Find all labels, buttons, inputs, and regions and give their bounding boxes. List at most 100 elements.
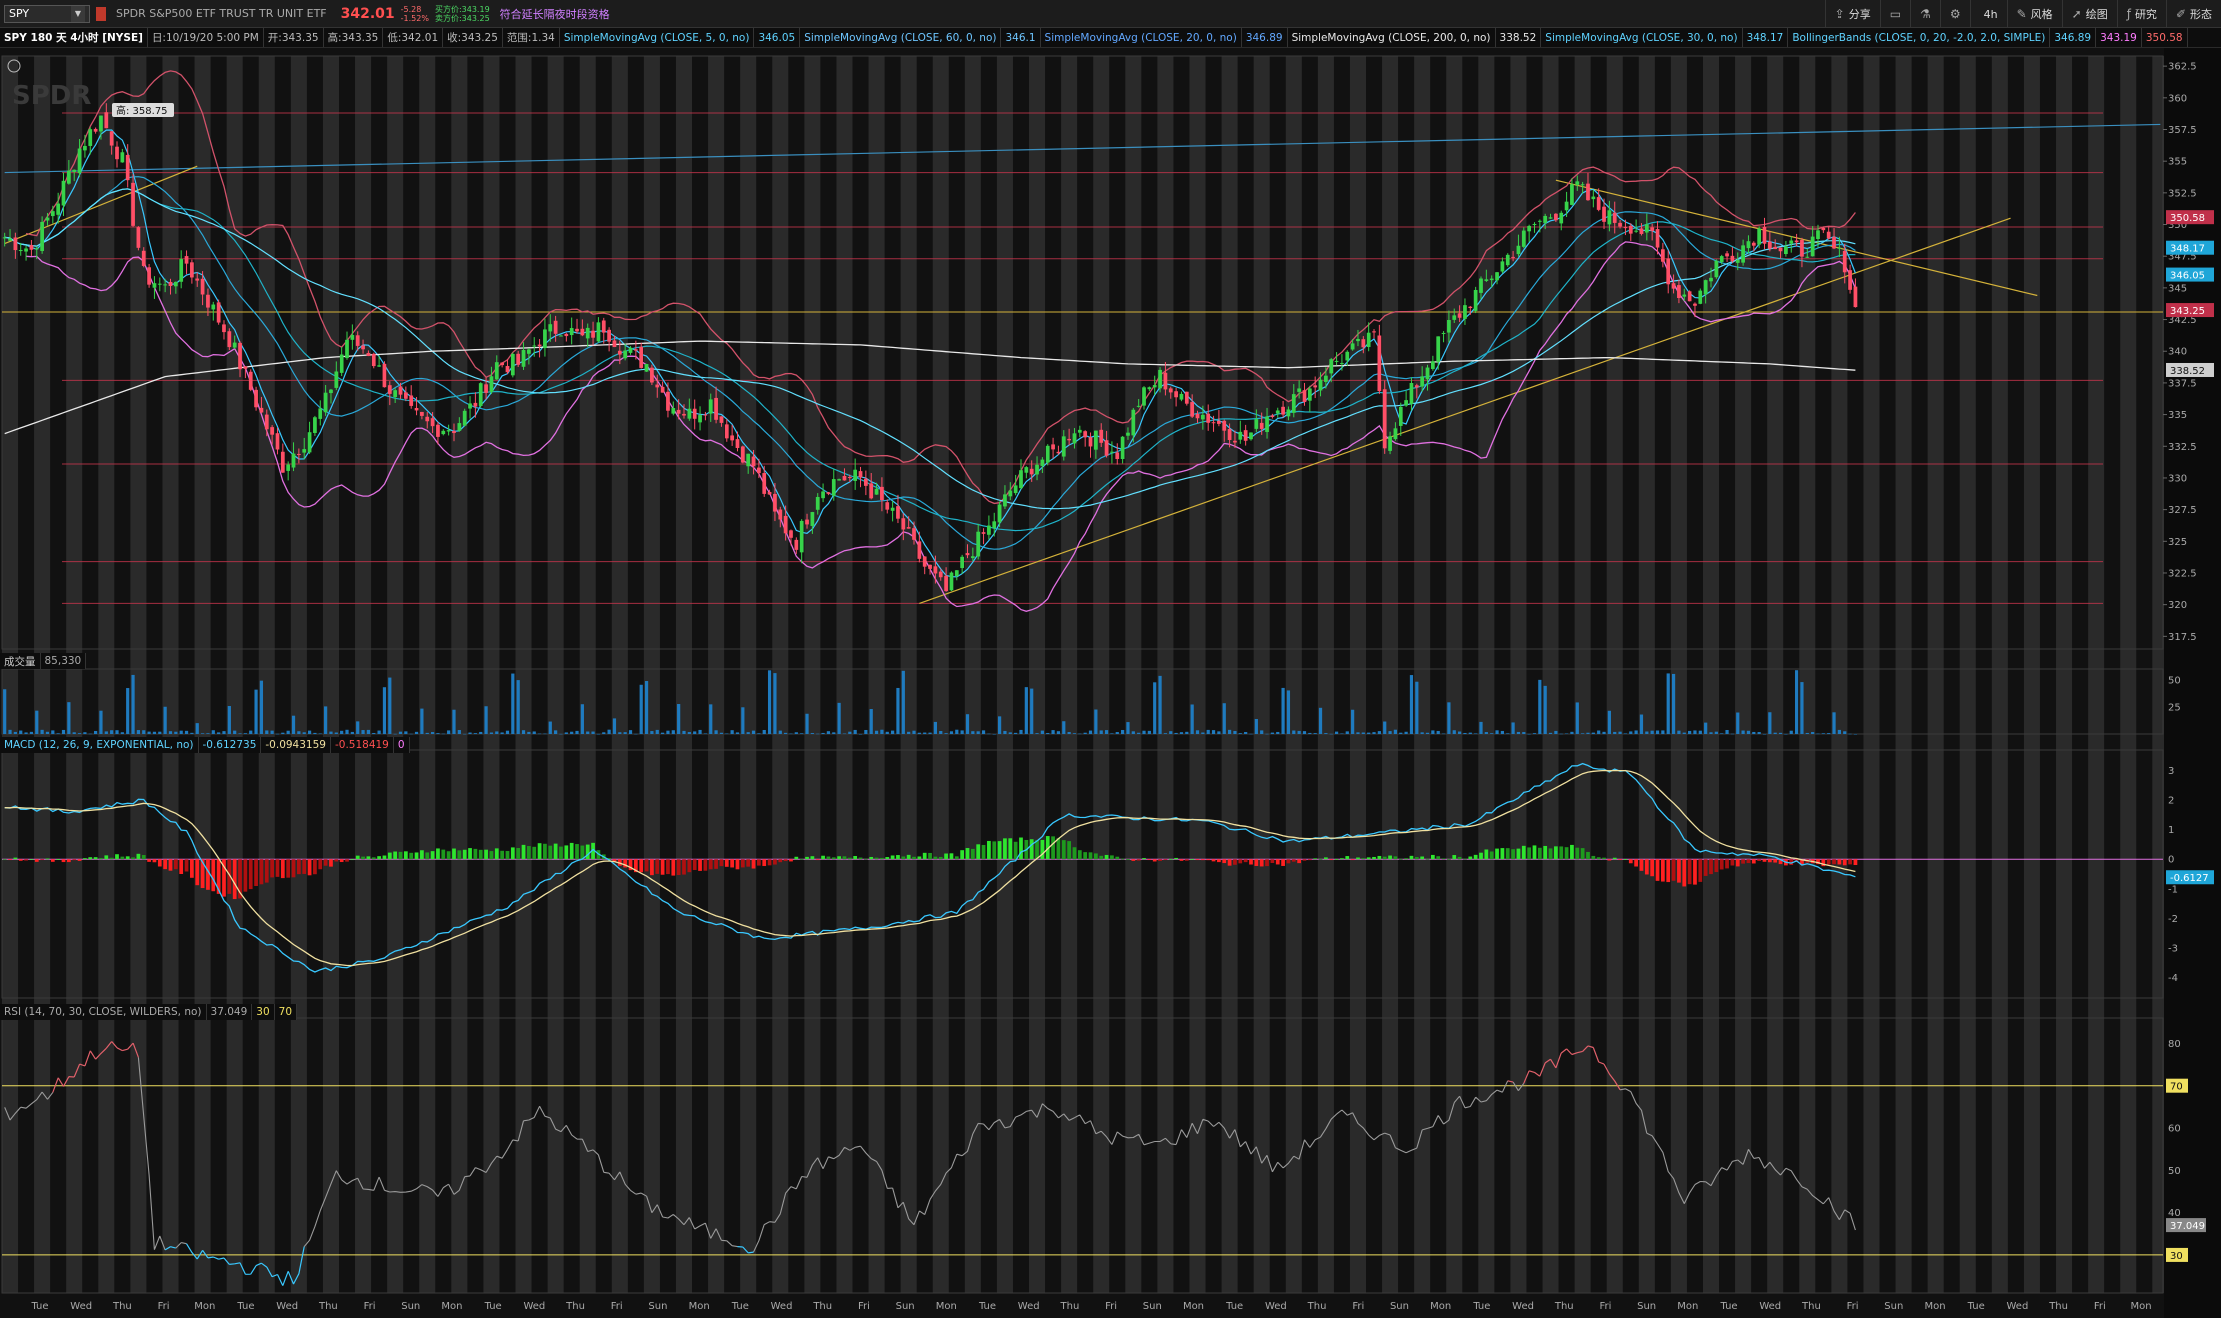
- toolbar-button-share[interactable]: ⇪ 分享: [1824, 0, 1880, 27]
- macd-hist-negative: [1206, 859, 1211, 861]
- macd-hist-negative: [815, 859, 820, 861]
- candle-down: [1372, 331, 1376, 333]
- toolbar-button-pattern[interactable]: ✐ 形态: [2165, 0, 2221, 27]
- toolbar-button-study[interactable]: ƒ 研究: [2116, 0, 2166, 27]
- toolbar-button-clock[interactable]: 4h: [1969, 0, 2007, 27]
- macd-hist-negative: [1628, 859, 1633, 864]
- candle-up: [72, 169, 77, 172]
- macd-hist-positive: [960, 850, 965, 860]
- candle-down: [1270, 415, 1275, 418]
- toolbar-button-gear[interactable]: ⚙: [1939, 0, 1970, 27]
- candle-down: [1677, 285, 1681, 299]
- candle-down: [125, 154, 130, 181]
- macd-hist-positive: [484, 849, 488, 860]
- symbol-input[interactable]: SPY ▼: [4, 4, 90, 23]
- volume-bar: [147, 731, 151, 734]
- candle-down: [1655, 229, 1660, 248]
- volume-bar: [414, 731, 419, 734]
- candle-down: [141, 250, 146, 266]
- rsi-label[interactable]: RSI (14, 70, 30, CLOSE, WILDERS, no) 37.…: [0, 1004, 298, 1020]
- session-band: [2120, 56, 2137, 1293]
- study-sma5[interactable]: SimpleMovingAvg (CLOSE, 5, 0, no): [560, 28, 755, 47]
- chevron-down-icon[interactable]: ▼: [71, 5, 85, 22]
- macd-hist-positive: [510, 847, 515, 860]
- macd-hist-negative: [147, 859, 151, 862]
- volume-label[interactable]: 成交量 85,330: [0, 653, 87, 669]
- time-tick-label: Thu: [812, 1301, 832, 1312]
- volume-bar: [623, 732, 627, 734]
- symbol-description: SPDR S&P500 ETF TRUST TR UNIT ETF: [116, 7, 327, 20]
- volume-bar: [131, 674, 135, 734]
- volume-bar: [163, 706, 167, 734]
- macd-hist-positive: [1061, 840, 1066, 860]
- volume-bar: [1324, 733, 1328, 734]
- macd-hist-positive: [1511, 849, 1515, 860]
- macd-hist-positive: [494, 848, 499, 860]
- candle-down: [382, 363, 387, 388]
- time-tick-label: Wed: [70, 1301, 92, 1312]
- volume-bar: [832, 732, 836, 734]
- macd-hist-positive: [1356, 857, 1360, 860]
- study-sma200[interactable]: SimpleMovingAvg (CLOSE, 200, 0, no): [1288, 28, 1496, 47]
- macd-hist-negative: [1281, 859, 1285, 866]
- toolbar-button-flask[interactable]: ⚗: [1910, 0, 1940, 27]
- session-band: [740, 56, 757, 1293]
- price-tick-label: 332.5: [2168, 442, 2197, 453]
- candle-down: [473, 402, 478, 407]
- candle-down: [425, 416, 430, 422]
- macd-hist-positive: [115, 854, 119, 860]
- study-bollinger[interactable]: BollingerBands (CLOSE, 0, 20, -2.0, 2.0,…: [1788, 28, 2051, 47]
- macd-hist-negative: [190, 859, 194, 878]
- time-tick-label: Thu: [1307, 1301, 1327, 1312]
- macd-hist-negative: [1259, 859, 1264, 867]
- price-chart[interactable]: 317.5320322.5325327.5330332.5335337.5340…: [0, 48, 2221, 1318]
- macd-hist-positive: [1361, 858, 1366, 860]
- toolbar-button-page[interactable]: ▭: [1879, 0, 1910, 27]
- volume-bar: [425, 732, 429, 734]
- macd-hist-negative: [286, 859, 291, 878]
- candle-down: [1821, 227, 1826, 231]
- rsi-badge-label: 37.049: [2170, 1221, 2205, 1232]
- candle-down: [740, 446, 745, 463]
- time-tick-label: Tue: [1719, 1301, 1737, 1312]
- study-sma60[interactable]: SimpleMovingAvg (CLOSE, 60, 0, no): [800, 28, 1002, 47]
- macd-hist-negative: [1709, 859, 1713, 875]
- macd-hist-negative: [264, 859, 269, 883]
- volume-bar: [270, 730, 274, 734]
- toolbar-button-cursor[interactable]: ➚ 绘图: [2061, 0, 2117, 27]
- volume-bar: [800, 733, 804, 734]
- candle-down: [735, 439, 740, 448]
- candle-up: [1425, 367, 1430, 380]
- macd-hist-negative: [1644, 859, 1649, 875]
- candle-down: [917, 541, 922, 559]
- chart-title[interactable]: SPY 180 天 4小时 [NYSE]: [0, 28, 148, 47]
- candle-up: [179, 259, 184, 282]
- volume-bar: [992, 733, 996, 735]
- volume-bar: [1522, 732, 1526, 734]
- candle-up: [211, 304, 216, 310]
- volume-bar: [1361, 732, 1365, 734]
- study-sma20[interactable]: SimpleMovingAvg (CLOSE, 20, 0, no): [1041, 28, 1242, 47]
- volume-bar: [1190, 704, 1194, 734]
- macd-hist-positive: [1340, 858, 1344, 860]
- candle-up: [698, 415, 702, 423]
- macd-hist-negative: [1286, 859, 1291, 864]
- macd-label[interactable]: MACD (12, 26, 9, EXPONENTIAL, no) -0.612…: [0, 737, 410, 753]
- study-sma30[interactable]: SimpleMovingAvg (CLOSE, 30, 0, no): [1541, 28, 1743, 47]
- macd-hist-positive: [430, 851, 435, 860]
- candle-down: [1671, 283, 1676, 289]
- candle-up: [313, 417, 317, 433]
- candle-down: [259, 407, 264, 413]
- volume-bar: [1185, 731, 1189, 734]
- macd-hist-negative: [254, 859, 258, 886]
- candle-down: [730, 435, 735, 441]
- candle-down: [639, 346, 644, 368]
- time-tick-label: Sun: [1637, 1301, 1656, 1312]
- volume-bar: [1265, 733, 1269, 735]
- toolbar-button-style[interactable]: ✎ 风格: [2006, 0, 2062, 27]
- flag-icon[interactable]: [96, 6, 106, 21]
- volume-bar: [1474, 733, 1478, 734]
- macd-hist-negative: [1158, 859, 1162, 861]
- candle-down: [1618, 222, 1622, 227]
- candle-up: [1110, 451, 1114, 453]
